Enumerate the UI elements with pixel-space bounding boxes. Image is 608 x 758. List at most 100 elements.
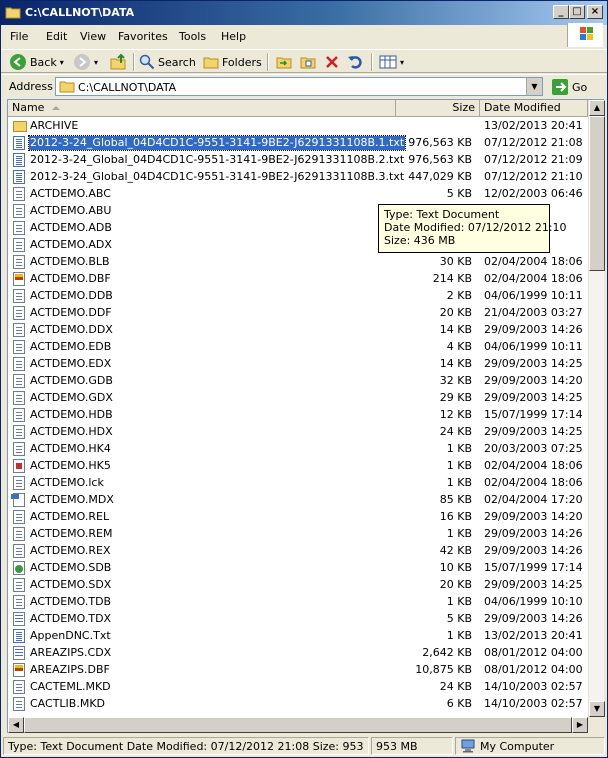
file-name[interactable]: ACTDEMO.DDX xyxy=(29,323,114,337)
back-button[interactable]: Back ▾ xyxy=(9,53,64,71)
views-button[interactable]: ▾ xyxy=(379,53,404,71)
file-name[interactable]: ACTDEMO.ABC xyxy=(29,187,112,201)
file-row[interactable]: 2012-3-24_Global_04D4CD1C-9551-3141-9BE2… xyxy=(8,135,588,152)
file-name[interactable]: ACTDEMO.HDB xyxy=(29,408,114,422)
column-header-name[interactable]: Name xyxy=(8,100,396,117)
search-button[interactable]: Search xyxy=(139,53,196,71)
menu-file[interactable]: File xyxy=(10,30,28,43)
address-input[interactable]: C:\CALLNOT\DATA ▼ xyxy=(55,77,543,96)
file-name[interactable]: ACTDEMO.GDX xyxy=(29,391,114,405)
file-row[interactable]: ACTDEMO.SDB 10 KB 15/07/1999 17:14 xyxy=(8,560,588,577)
menu-tools[interactable]: Tools xyxy=(179,30,206,43)
file-row[interactable]: ACTDEMO.REL 16 KB 29/09/2003 14:20 xyxy=(8,509,588,526)
file-row[interactable]: ACTDEMO.EDX 14 KB 29/09/2003 14:25 xyxy=(8,356,588,373)
folders-button[interactable]: Folders xyxy=(203,53,262,71)
delete-button[interactable] xyxy=(324,53,340,71)
file-row[interactable]: ACTDEMO.HDB 12 KB 15/07/1999 17:14 xyxy=(8,407,588,424)
file-name[interactable]: ACTDEMO.HK4 xyxy=(29,442,112,456)
close-button[interactable]: × xyxy=(587,5,603,19)
file-row[interactable]: ACTDEMO.TDX 5 KB 29/09/2003 14:26 xyxy=(8,611,588,628)
menu-help[interactable]: Help xyxy=(221,30,246,43)
file-name[interactable]: CACTLIB.MKD xyxy=(29,697,106,711)
move-to-button[interactable] xyxy=(276,53,292,71)
forward-button[interactable]: ▾ xyxy=(73,53,98,71)
file-row[interactable]: ACTDEMO.DBF 214 KB 02/04/2004 18:06 xyxy=(8,271,588,288)
scroll-up-button[interactable]: ▲ xyxy=(589,100,605,116)
file-row[interactable]: ACTDEMO.ABC 5 KB 12/02/2003 06:46 xyxy=(8,186,588,203)
file-name[interactable]: ACTDEMO.ADB xyxy=(29,221,113,235)
file-name[interactable]: ACTDEMO.HK5 xyxy=(29,459,112,473)
file-row[interactable]: ACTDEMO.EDB 4 KB 04/06/1999 10:11 xyxy=(8,339,588,356)
file-name[interactable]: ACTDEMO.DDB xyxy=(29,289,114,303)
minimize-button[interactable]: _ xyxy=(553,5,569,19)
file-row[interactable]: ACTDEMO.GDB 32 KB 29/09/2003 14:20 xyxy=(8,373,588,390)
file-row[interactable]: ACTDEMO.DDX 14 KB 29/09/2003 14:26 xyxy=(8,322,588,339)
file-row[interactable]: 2012-3-24_Global_04D4CD1C-9551-3141-9BE2… xyxy=(8,152,588,169)
file-row[interactable]: ACTDEMO.REM 1 KB 29/09/2003 14:26 xyxy=(8,526,588,543)
file-name[interactable]: ARCHIVE xyxy=(29,119,79,133)
file-name[interactable]: ACTDEMO.HDX xyxy=(29,425,114,439)
file-name[interactable]: ACTDEMO.REX xyxy=(29,544,111,558)
scroll-right-button[interactable]: ▶ xyxy=(572,717,588,733)
file-row[interactable]: CACTLIB.MKD 6 KB 14/10/2003 02:57 xyxy=(8,696,588,713)
menu-favorites[interactable]: Favorites xyxy=(118,30,168,43)
file-name[interactable]: ACTDEMO.TDB xyxy=(29,595,112,609)
file-row[interactable]: CACTEML.MKD 24 KB 14/10/2003 02:57 xyxy=(8,679,588,696)
file-name[interactable]: ACTDEMO.GDB xyxy=(29,374,114,388)
file-row[interactable]: ACTDEMO.GDX 29 KB 29/09/2003 14:25 xyxy=(8,390,588,407)
file-row[interactable]: ARCHIVE 13/02/2013 20:41 xyxy=(8,118,588,135)
file-row[interactable]: ACTDEMO.DDF 20 KB 21/04/2003 03:27 xyxy=(8,305,588,322)
file-name[interactable]: ACTDEMO.DBF xyxy=(29,272,112,286)
file-name[interactable]: AREAZIPS.DBF xyxy=(29,663,111,677)
file-name[interactable]: 2012-3-24_Global_04D4CD1C-9551-3141-9BE2… xyxy=(27,135,407,151)
horizontal-scroll-thumb[interactable] xyxy=(24,717,572,733)
file-row[interactable]: ACTDEMO.BLB 30 KB 02/04/2004 18:06 xyxy=(8,254,588,271)
file-name[interactable]: ACTDEMO.REM xyxy=(29,527,113,541)
file-row[interactable]: AREAZIPS.CDX 2,642 KB 08/01/2012 04:00 xyxy=(8,645,588,662)
file-name[interactable]: ACTDEMO.TDX xyxy=(29,612,112,626)
file-row[interactable]: ACTDEMO.HK4 1 KB 20/03/2003 07:25 xyxy=(8,441,588,458)
file-name[interactable]: ACTDEMO.EDB xyxy=(29,340,112,354)
file-name[interactable]: ACTDEMO.DDF xyxy=(29,306,113,320)
menu-edit[interactable]: Edit xyxy=(46,30,67,43)
file-row[interactable]: 2012-3-24_Global_04D4CD1C-9551-3141-9BE2… xyxy=(8,169,588,186)
column-header-date-modified[interactable]: Date Modified xyxy=(480,100,588,117)
vertical-scrollbar[interactable]: ▲ ▼ xyxy=(588,100,605,717)
up-folder-button[interactable] xyxy=(109,53,127,71)
file-row[interactable]: ACTDEMO.SDX 20 KB 29/09/2003 14:25 xyxy=(8,577,588,594)
file-row[interactable]: ACTDEMO.DDB 2 KB 04/06/1999 10:11 xyxy=(8,288,588,305)
file-row[interactable]: ACTDEMO.HDX 24 KB 29/09/2003 14:25 xyxy=(8,424,588,441)
maximize-button[interactable]: □ xyxy=(569,5,585,19)
file-row[interactable]: ACTDEMO.lck 1 KB 02/04/2004 18:06 xyxy=(8,475,588,492)
file-name[interactable]: ACTDEMO.EDX xyxy=(29,357,112,371)
vertical-scroll-thumb[interactable] xyxy=(589,116,605,271)
title-bar[interactable]: C:\CALLNOT\DATA _ □ × xyxy=(1,1,607,25)
file-name[interactable]: ACTDEMO.REL xyxy=(29,510,110,524)
file-name[interactable]: ACTDEMO.lck xyxy=(29,476,105,490)
column-header-size[interactable]: Size xyxy=(396,100,480,117)
address-dropdown-button[interactable]: ▼ xyxy=(526,78,542,95)
file-name[interactable]: ACTDEMO.ADX xyxy=(29,238,113,252)
file-name[interactable]: 2012-3-24_Global_04D4CD1C-9551-3141-9BE2… xyxy=(29,153,405,167)
file-name[interactable]: ACTDEMO.ABU xyxy=(29,204,112,218)
file-name[interactable]: AppenDNC.Txt xyxy=(29,629,112,643)
file-name[interactable]: CACTEML.MKD xyxy=(29,680,112,694)
file-name[interactable]: ACTDEMO.BLB xyxy=(29,255,111,269)
go-button[interactable]: Go xyxy=(551,78,587,96)
file-row[interactable]: ACTDEMO.HK5 1 KB 02/04/2004 18:06 xyxy=(8,458,588,475)
file-row[interactable]: ACTDEMO.TDB 1 KB 04/06/1999 10:10 xyxy=(8,594,588,611)
file-name[interactable]: AREAZIPS.CDX xyxy=(29,646,112,660)
undo-button[interactable] xyxy=(347,53,363,71)
file-name[interactable]: ACTDEMO.MDX xyxy=(29,493,115,507)
scroll-left-button[interactable]: ◀ xyxy=(8,717,24,733)
file-name[interactable]: 2012-3-24_Global_04D4CD1C-9551-3141-9BE2… xyxy=(29,170,405,184)
file-row[interactable]: AREAZIPS.DBF 10,875 KB 08/01/2012 04:00 xyxy=(8,662,588,679)
menu-view[interactable]: View xyxy=(80,30,106,43)
scroll-down-button[interactable]: ▼ xyxy=(589,701,605,717)
file-name[interactable]: ACTDEMO.SDB xyxy=(29,561,112,575)
file-row[interactable]: AppenDNC.Txt 1 KB 13/02/2013 20:41 xyxy=(8,628,588,645)
file-name[interactable]: ACTDEMO.SDX xyxy=(29,578,112,592)
file-list[interactable]: Name Size Date Modified ARCHIVE 13/02/201… xyxy=(7,99,605,733)
horizontal-scrollbar[interactable]: ◀ ▶ xyxy=(8,717,588,733)
file-row[interactable]: ACTDEMO.MDX 85 KB 02/04/2004 17:20 xyxy=(8,492,588,509)
